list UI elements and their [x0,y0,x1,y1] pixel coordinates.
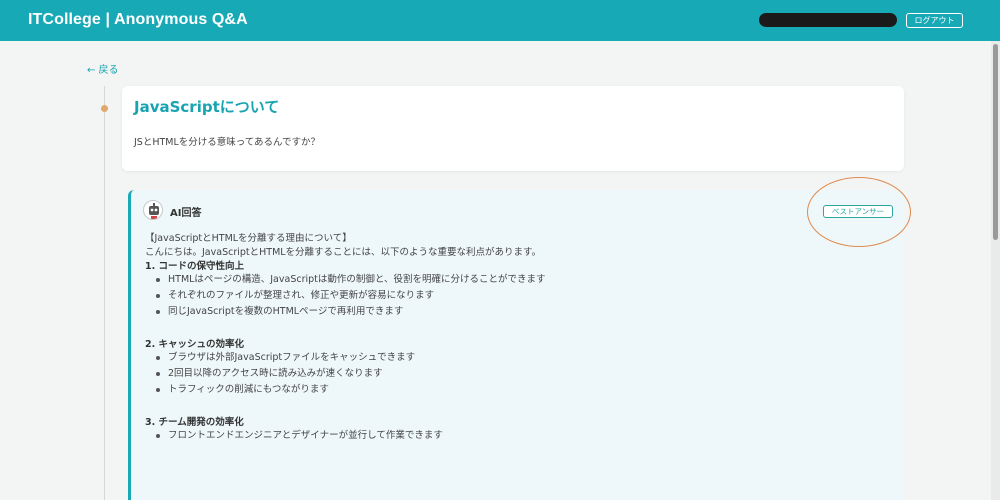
list-item: ブラウザは外部JavaScriptファイルをキャッシュできます [156,350,885,366]
section-title: 3. チーム開発の効率化 [145,417,244,428]
question-title: JavaScriptについて [134,98,280,116]
page-scrollbar[interactable] [991,41,1000,500]
list-item: HTMLはページの構造、JavaScriptは動作の制御と、役割を明確に分けるこ… [156,272,885,288]
section-title: 2. キャッシュの効率化 [145,339,245,350]
highlight-circle-annotation [807,177,911,247]
top-bar: ITCollege | Anonymous Q&A ログアウト [0,0,1000,41]
answer-card: AI回答 ベストアンサー 【JavaScriptとHTMLを分離する理由について… [128,190,904,500]
site-brand[interactable]: ITCollege | Anonymous Q&A [28,11,248,29]
list-item: 2回目以降のアクセス時に読み込みが速くなります [156,366,885,382]
list-item: フロントエンドエンジニアとデザイナーが並行して作業できます [156,428,885,444]
answer-heading: 【JavaScriptとHTMLを分離する理由について】 [145,233,352,244]
list-item: トラフィックの削減にもつながります [156,382,885,398]
section-title: 1. コードの保守性向上 [145,261,245,272]
thread-timeline [104,86,105,500]
scrollbar-thumb[interactable] [993,44,998,240]
section-list: HTMLはページの構造、JavaScriptは動作の制御と、役割を明確に分けるこ… [156,272,885,320]
ai-avatar-icon [143,200,163,220]
answer-intro: こんにちは。JavaScriptとHTMLを分離することには、以下のような重要な… [145,247,542,258]
question-body: JSとHTMLを分ける意味ってあるんですか？ [134,137,321,148]
list-item: それぞれのファイルが整理され、修正や更新が容易になります [156,288,885,304]
question-card: JavaScriptについて JSとHTMLを分ける意味ってあるんですか？ [122,86,904,171]
list-item: 同じJavaScriptを複数のHTMLページで再利用できます [156,304,885,320]
section-list: フロントエンドエンジニアとデザイナーが並行して作業できます [156,428,885,444]
logout-button[interactable]: ログアウト [906,13,963,28]
section-list: ブラウザは外部JavaScriptファイルをキャッシュできます 2回目以降のアク… [156,350,885,398]
timeline-dot [101,105,108,112]
answer-author: AI回答 [170,208,202,219]
back-link[interactable]: ← 戻る [87,61,119,76]
user-name-redacted [759,13,897,27]
answer-content: 【JavaScriptとHTMLを分離する理由について】 こんにちは。JavaS… [145,230,885,460]
